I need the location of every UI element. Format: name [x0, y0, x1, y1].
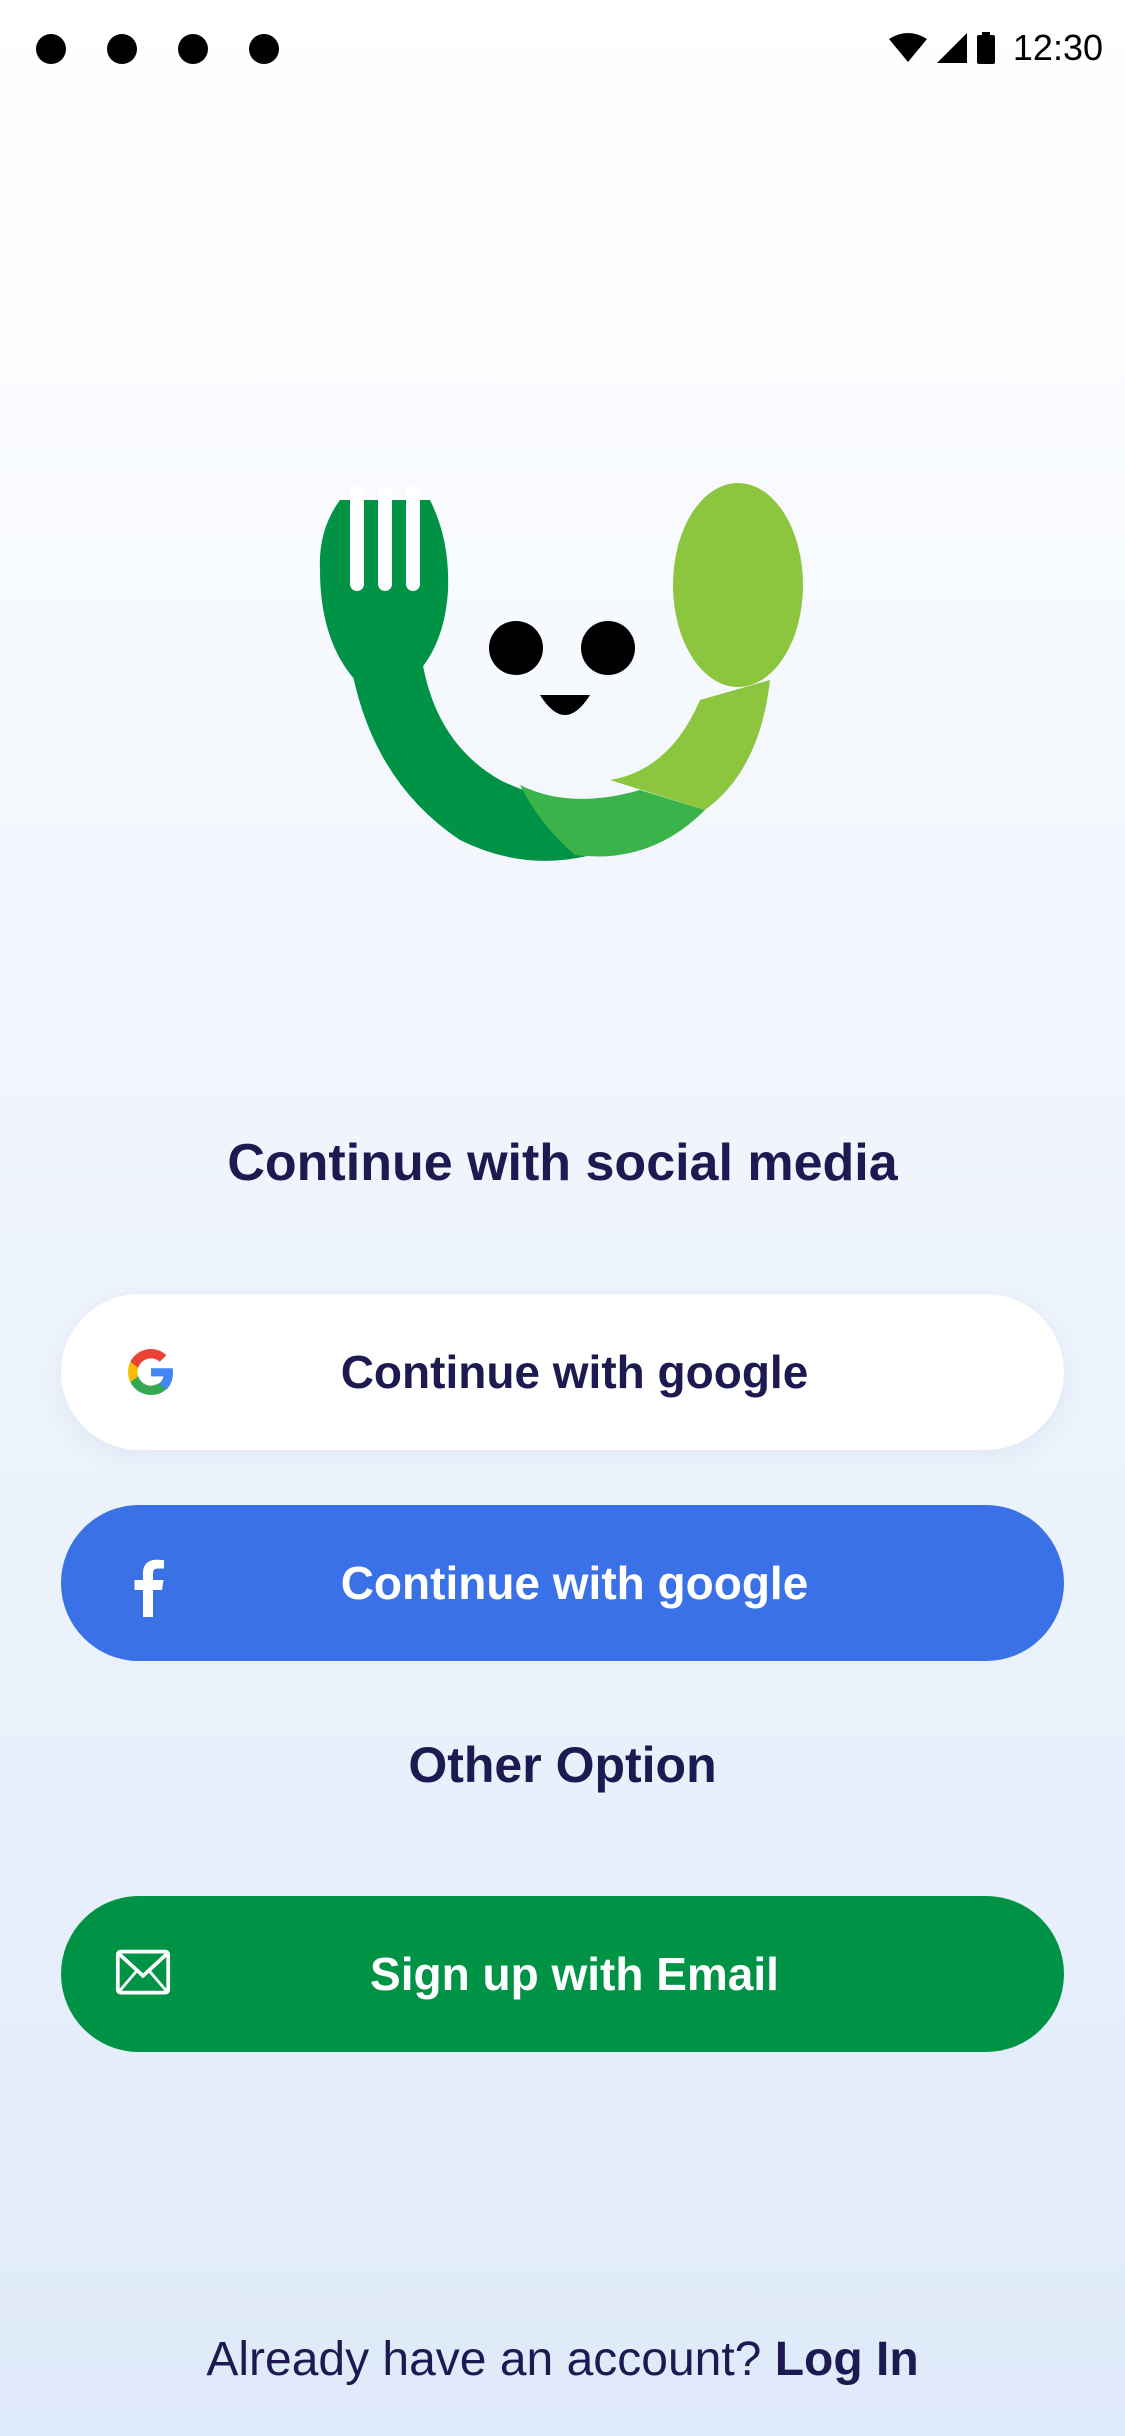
- login-prompt: Already have an account? Log In: [0, 2325, 1125, 2395]
- google-button-label: Continue with google: [340, 1346, 809, 1398]
- notification-dot: [36, 34, 66, 64]
- status-bar: 12:30: [0, 0, 1125, 100]
- continue-with-google-button[interactable]: Continue with google: [61, 1294, 1064, 1450]
- sign-up-with-email-button[interactable]: Sign up with Email: [61, 1896, 1064, 2052]
- notification-dot: [178, 34, 208, 64]
- notification-dots: [36, 34, 279, 64]
- continue-with-facebook-button[interactable]: Continue with google: [61, 1505, 1064, 1661]
- wifi-icon: [888, 33, 927, 62]
- notification-dot: [249, 34, 279, 64]
- notification-dot: [107, 34, 137, 64]
- other-option-heading: Other Option: [408, 1737, 717, 1793]
- facebook-button-label: Continue with google: [340, 1557, 809, 1609]
- status-time: 12:30: [1012, 27, 1103, 68]
- status-indicators: 12:30: [888, 27, 1103, 69]
- login-prompt-text: Already have an account?: [206, 2333, 775, 2386]
- social-media-heading: Continue with social media: [227, 1134, 898, 1192]
- email-button-label: Sign up with Email: [370, 1948, 779, 2000]
- battery-icon: [976, 32, 995, 64]
- fork-spoon-smiley-logo: [319, 483, 803, 861]
- log-in-link[interactable]: Log In: [775, 2333, 919, 2386]
- cellular-signal-icon: [936, 33, 967, 63]
